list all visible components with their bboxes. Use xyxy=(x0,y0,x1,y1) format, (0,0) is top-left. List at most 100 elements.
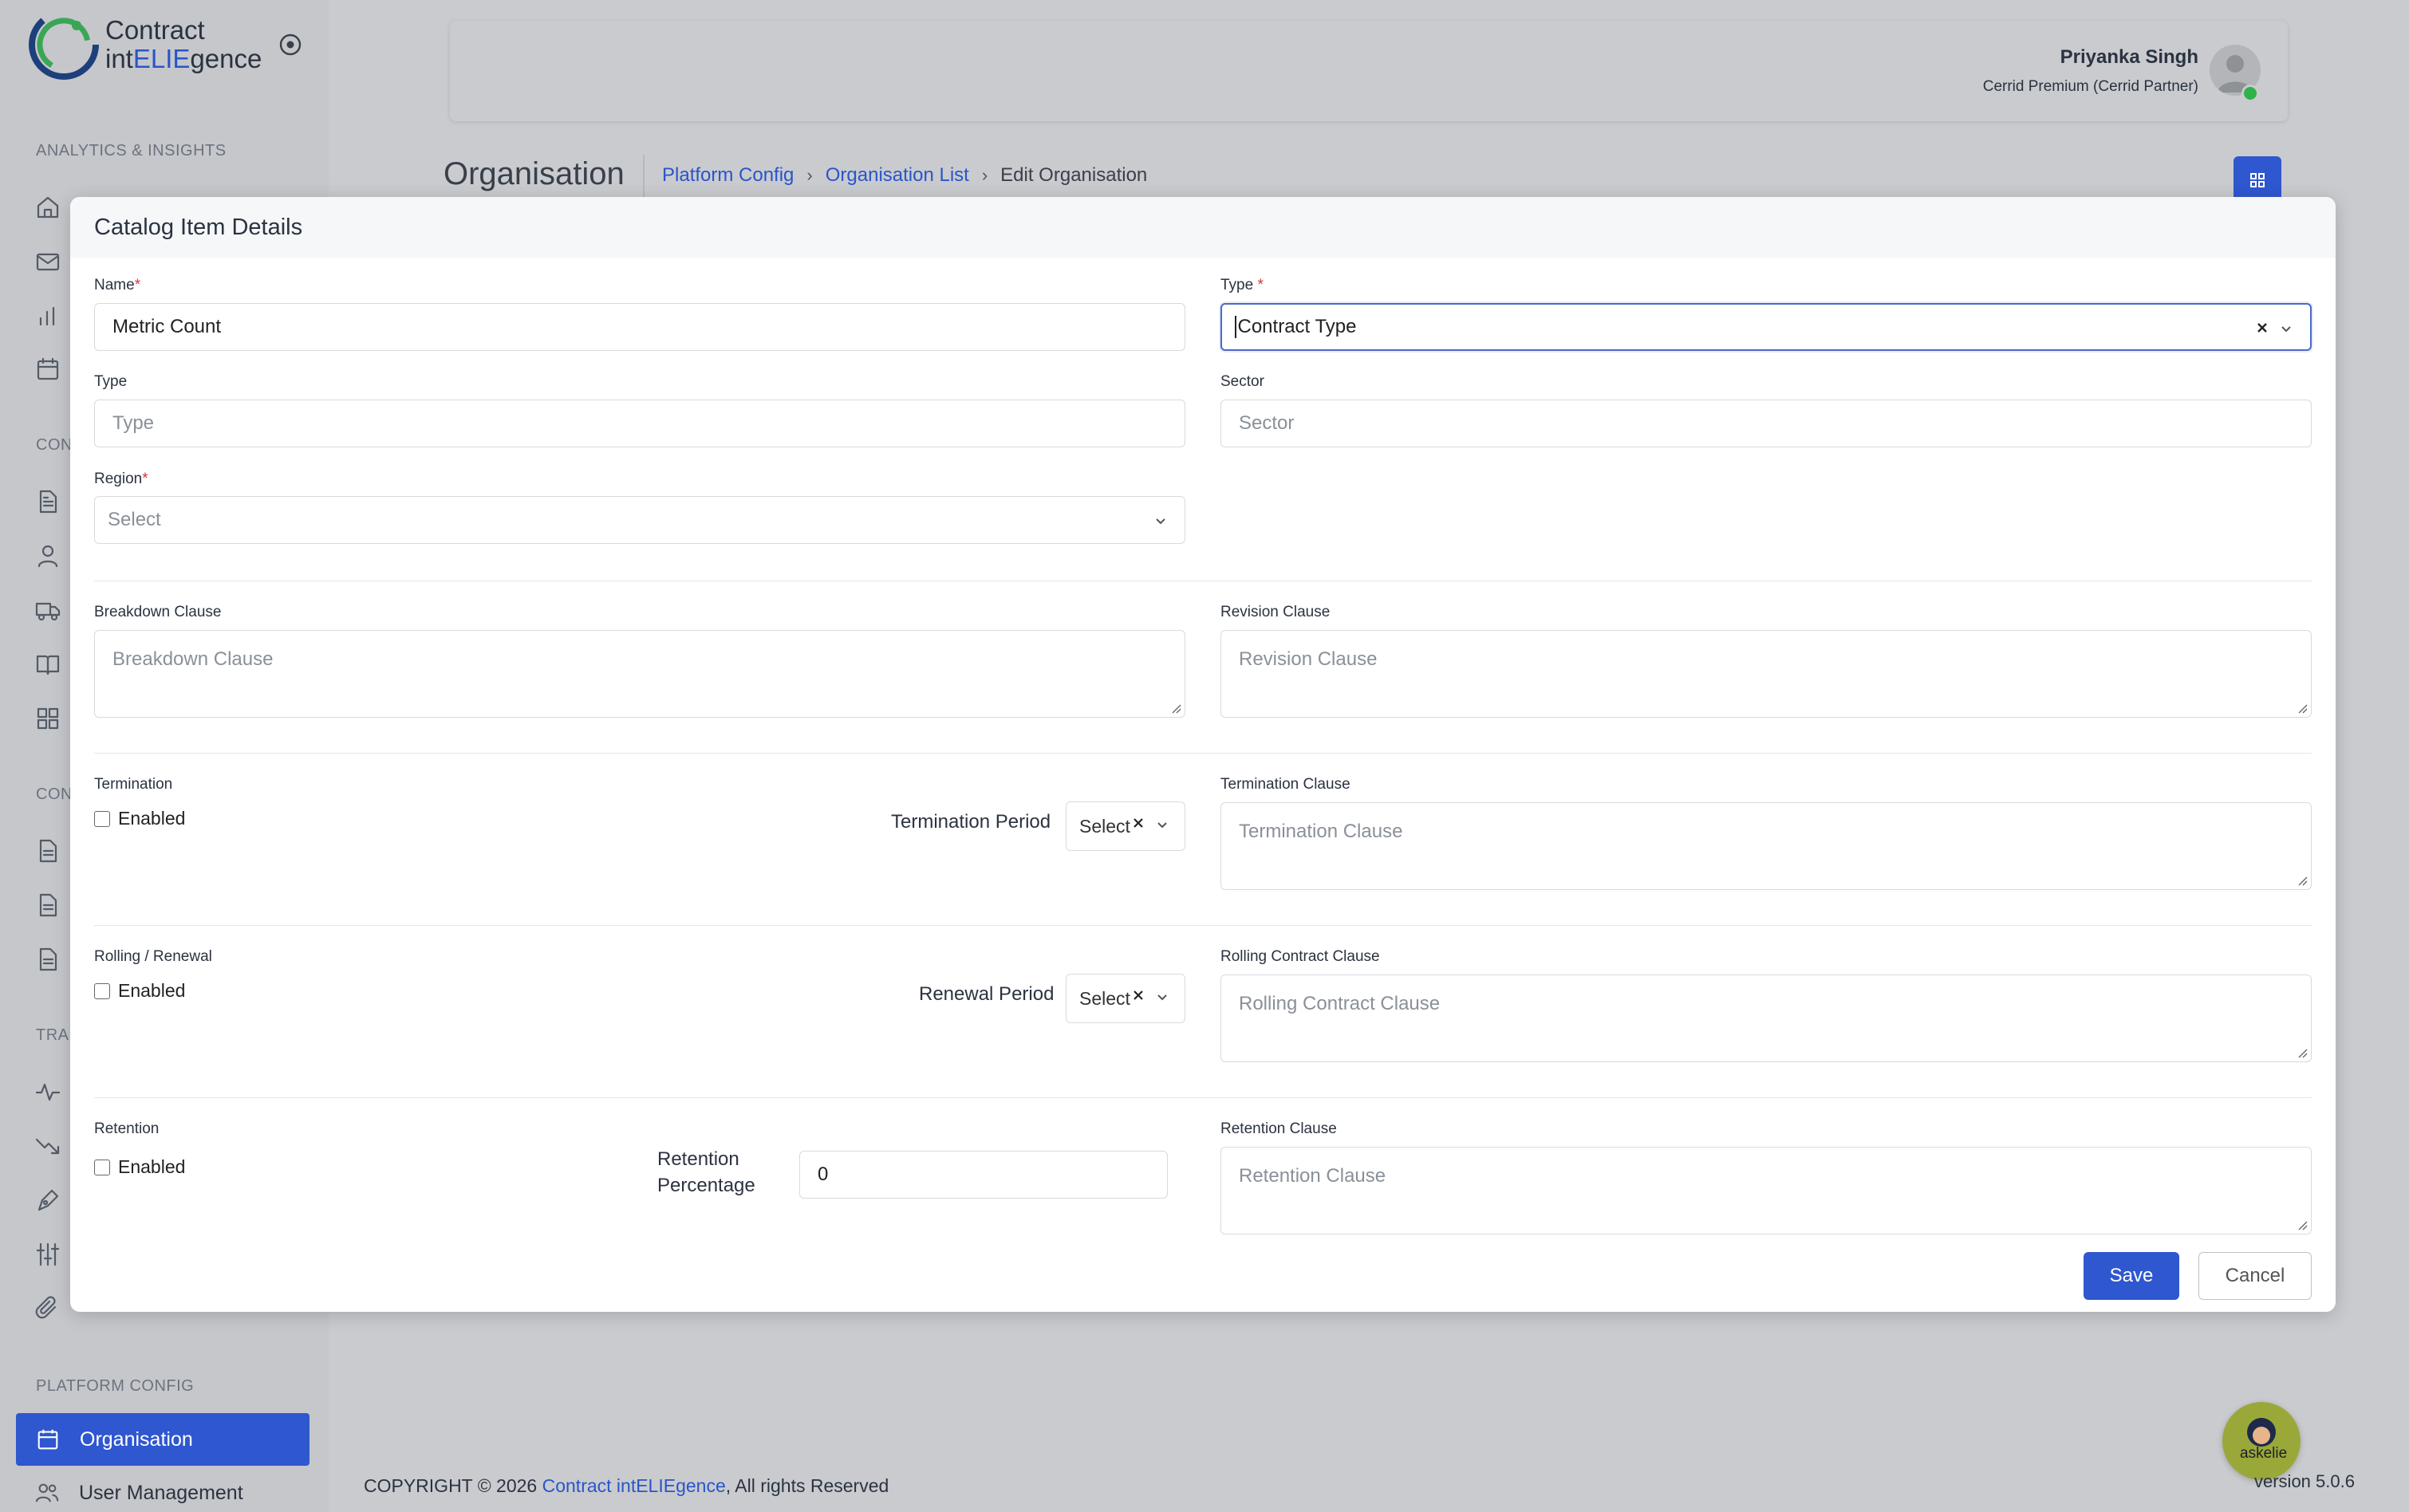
clear-icon[interactable] xyxy=(2256,321,2269,334)
termination-clause-placeholder: Termination Clause xyxy=(1239,821,1403,842)
chevron-down-icon[interactable] xyxy=(2280,322,2293,335)
sidebar-item-label: User Management xyxy=(79,1481,243,1504)
breadcrumb-organisation-list[interactable]: Organisation List xyxy=(826,164,969,187)
sidebar-item-label: Organisation xyxy=(80,1427,193,1451)
rolling-enabled-checkbox[interactable]: Enabled xyxy=(94,980,185,1002)
clear-icon[interactable] xyxy=(1132,989,1145,1002)
resize-grip-icon[interactable] xyxy=(2297,875,2308,886)
revision-clause-label: Revision Clause xyxy=(1220,604,1331,620)
chevron-right-icon: › xyxy=(806,165,813,185)
type-select[interactable]: Contract Type xyxy=(1220,303,2312,351)
retention-clause-textarea[interactable]: Retention Clause xyxy=(1220,1147,2312,1234)
bar-chart-icon[interactable] xyxy=(34,302,61,329)
breadcrumb-platform-config[interactable]: Platform Config xyxy=(662,164,794,187)
online-status-dot xyxy=(2241,85,2259,102)
trending-down-icon[interactable] xyxy=(34,1132,61,1160)
termination-period-select[interactable]: Select xyxy=(1066,801,1185,851)
calendar-icon[interactable] xyxy=(34,356,61,383)
rolling-clause-placeholder: Rolling Contract Clause xyxy=(1239,993,1441,1014)
title-divider xyxy=(643,155,645,199)
resize-grip-icon[interactable] xyxy=(2297,1047,2308,1058)
footer-link[interactable]: Contract intELIEgence xyxy=(542,1475,726,1496)
modal-title: Catalog Item Details xyxy=(94,215,303,240)
checkbox-label: Enabled xyxy=(118,980,186,1001)
renewal-period-select[interactable]: Select xyxy=(1066,974,1185,1023)
text-cursor xyxy=(1235,316,1236,338)
type-select-value: Contract Type xyxy=(1237,316,1357,337)
sliders-icon[interactable] xyxy=(34,1241,61,1268)
type-input[interactable]: Type xyxy=(94,400,1185,447)
retention-clause-placeholder: Retention Clause xyxy=(1239,1165,1386,1187)
region-select-value: Select xyxy=(108,509,161,530)
rolling-clause-label: Rolling Contract Clause xyxy=(1220,948,1380,965)
logo-line-2: intELIEgence xyxy=(105,44,262,73)
sector-label: Sector xyxy=(1220,373,1264,390)
logo-text: Contract intELIEgence xyxy=(105,16,262,73)
retention-percentage-input[interactable]: 0 xyxy=(799,1151,1168,1199)
checkbox-box[interactable] xyxy=(94,810,110,827)
book-icon[interactable] xyxy=(34,651,61,678)
breakdown-clause-placeholder: Breakdown Clause xyxy=(112,648,274,670)
sidebar-toggle-icon[interactable] xyxy=(278,32,303,57)
rolling-renewal-label: Rolling / Renewal xyxy=(94,948,212,965)
footer-copyright: COPYRIGHT © 2026 Contract intELIEgence, … xyxy=(364,1475,889,1496)
activity-icon[interactable] xyxy=(34,1078,61,1105)
renewal-period-label: Renewal Period xyxy=(919,983,1055,1005)
brand-logo[interactable]: Contract intELIEgence xyxy=(27,8,262,81)
checkbox-box[interactable] xyxy=(94,982,110,999)
region-label: Region* xyxy=(94,471,148,487)
catalog-item-modal: Catalog Item Details Name* Metric Count … xyxy=(70,197,2336,1312)
truck-icon[interactable] xyxy=(34,597,61,624)
users-icon xyxy=(35,1483,59,1502)
cancel-button[interactable]: Cancel xyxy=(2198,1252,2312,1300)
retention-enabled-checkbox[interactable]: Enabled xyxy=(94,1156,185,1178)
retention-percentage-label: Retention Percentage xyxy=(657,1148,755,1196)
chevron-right-icon: › xyxy=(981,165,988,185)
sidebar-item-user-management[interactable]: User Management xyxy=(34,1480,243,1506)
breakdown-clause-label: Breakdown Clause xyxy=(94,604,222,620)
document-icon[interactable] xyxy=(34,946,61,973)
grid-icon[interactable] xyxy=(34,705,61,732)
resize-grip-icon[interactable] xyxy=(2297,703,2308,714)
clear-icon[interactable] xyxy=(1132,817,1145,829)
termination-clause-label: Termination Clause xyxy=(1220,776,1350,793)
askelie-assistant-button[interactable] xyxy=(2222,1402,2301,1480)
document-icon[interactable] xyxy=(34,488,61,515)
termination-clause-textarea[interactable]: Termination Clause xyxy=(1220,802,2312,890)
name-input[interactable]: Metric Count xyxy=(94,303,1185,351)
termination-enabled-checkbox[interactable]: Enabled xyxy=(94,808,185,829)
checkbox-label: Enabled xyxy=(118,1156,186,1177)
retention-label: Retention xyxy=(94,1120,160,1137)
resize-grip-icon[interactable] xyxy=(1170,703,1181,714)
paperclip-icon[interactable] xyxy=(34,1295,61,1322)
pen-tool-icon[interactable] xyxy=(34,1187,61,1214)
checkbox-label: Enabled xyxy=(118,808,186,829)
logo-mark-icon xyxy=(29,10,99,80)
modal-header: Catalog Item Details xyxy=(70,197,2336,258)
region-select[interactable]: Select xyxy=(94,496,1185,544)
page-title: Organisation xyxy=(444,156,625,191)
home-icon[interactable] xyxy=(34,194,61,221)
top-header: Priyanka Singh Cerrid Premium (Cerrid Pa… xyxy=(450,21,2288,121)
sidebar-item-organisation[interactable]: Organisation xyxy=(16,1413,310,1466)
document-icon[interactable] xyxy=(34,837,61,864)
section-divider xyxy=(94,925,2312,926)
type-input-label: Type xyxy=(94,373,128,390)
user-icon[interactable] xyxy=(34,542,61,569)
document-icon[interactable] xyxy=(34,892,61,919)
rolling-clause-textarea[interactable]: Rolling Contract Clause xyxy=(1220,975,2312,1062)
sidebar-heading-contracts-2: CON xyxy=(36,786,73,803)
save-button[interactable]: Save xyxy=(2084,1252,2179,1300)
sidebar-heading-contracts: CON xyxy=(36,436,73,454)
grid-icon xyxy=(2250,173,2265,187)
breadcrumb: Platform Config › Organisation List › Ed… xyxy=(662,164,1147,187)
termination-period-label: Termination Period xyxy=(891,811,1051,833)
sector-input[interactable]: Sector xyxy=(1220,400,2312,447)
breakdown-clause-textarea[interactable]: Breakdown Clause xyxy=(94,630,1185,718)
mail-icon[interactable] xyxy=(34,248,61,275)
user-role: Cerrid Premium (Cerrid Partner) xyxy=(1982,78,2198,95)
resize-grip-icon[interactable] xyxy=(2297,1219,2308,1230)
checkbox-box[interactable] xyxy=(94,1159,110,1175)
calendar-icon xyxy=(37,1429,58,1450)
revision-clause-textarea[interactable]: Revision Clause xyxy=(1220,630,2312,718)
